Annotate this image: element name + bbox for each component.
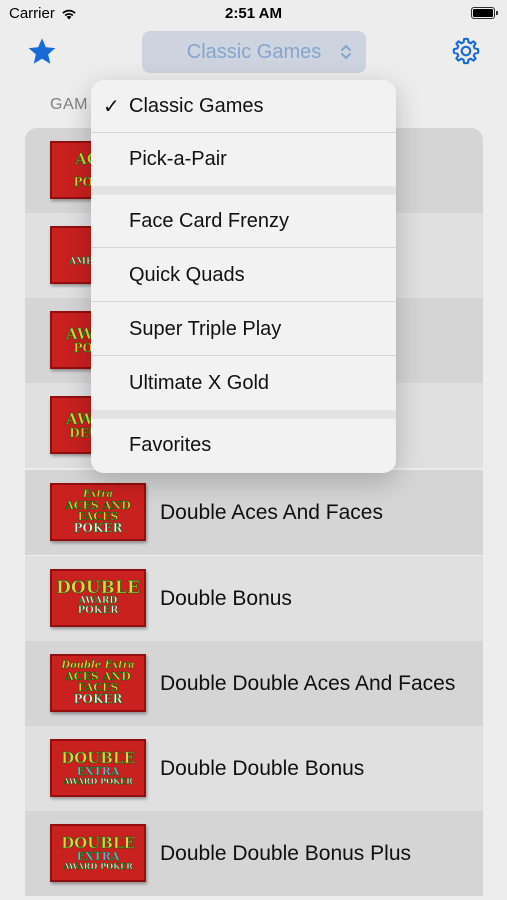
game-logo: DOUBLE AWARD POKER [50,569,146,627]
list-item[interactable]: DOUBLE EXTRA AWARD POKER Double Double Bon… [25,811,483,896]
list-item[interactable]: Extra ACES AND FACES POKER Double Aces And… [25,470,483,555]
game-logo: DOUBLE EXTRA AWARD POKER [50,824,146,882]
menu-item-favorites[interactable]: Favorites [91,419,396,472]
game-title: Double Double Bonus [160,756,365,780]
menu-item-classic-games[interactable]: ✓ Classic Games [91,80,396,133]
game-logo: DOUBLE EXTRA AWARD POKER [50,739,146,797]
menu-item-ultimate-x-gold[interactable]: Ultimate X Gold [91,357,396,410]
menu-divider [91,186,396,195]
menu-item-quick-quads[interactable]: Quick Quads [91,249,396,302]
menu-item-label: Ultimate X Gold [129,372,270,394]
menu-item-label: Classic Games [129,94,264,117]
menu-item-face-card-frenzy[interactable]: Face Card Frenzy [91,195,396,248]
star-icon[interactable] [26,36,58,68]
menu-item-label: Pick-a-Pair [129,148,227,170]
game-logo: Double Extra ACES AND FACES POKER [50,654,146,712]
game-title: Double Double Aces And Faces [160,671,456,695]
picker-label: Classic Games [186,40,322,63]
status-time: 2:51 AM [225,5,282,22]
category-menu: ✓ Classic Games Pick-a-Pair Face Card Fr… [91,80,396,473]
navigation-bar: Classic Games [0,28,507,82]
game-title: Double Double Bonus Plus [160,841,411,865]
gear-icon[interactable] [451,36,481,66]
game-category-picker[interactable]: Classic Games [142,31,366,73]
game-title: Double Bonus [160,586,292,610]
game-title: Double Aces And Faces [160,500,383,524]
chevron-updown-icon [341,45,351,59]
game-logo: Extra ACES AND FACES POKER [50,483,146,541]
status-bar: Carrier 2:51 AM [0,0,507,28]
menu-item-label: Face Card Frenzy [129,209,290,232]
menu-divider [91,410,396,419]
list-item[interactable]: DOUBLE AWARD POKER Double Bonus [25,556,483,641]
list-item[interactable]: Double Extra ACES AND FACES POKER Double D… [25,641,483,726]
menu-item-label: Super Triple Play [129,317,282,340]
menu-item-pick-a-pair[interactable]: Pick-a-Pair [91,133,396,186]
list-item[interactable]: DOUBLE EXTRA AWARD POKER Double Double Bon… [25,726,483,811]
battery-icon [471,7,498,19]
checkmark-icon: ✓ [103,95,120,118]
section-header: GAM [50,96,88,113]
menu-item-super-triple-play[interactable]: Super Triple Play [91,303,396,356]
menu-item-label: Favorites [129,434,212,456]
menu-item-label: Quick Quads [129,263,245,286]
